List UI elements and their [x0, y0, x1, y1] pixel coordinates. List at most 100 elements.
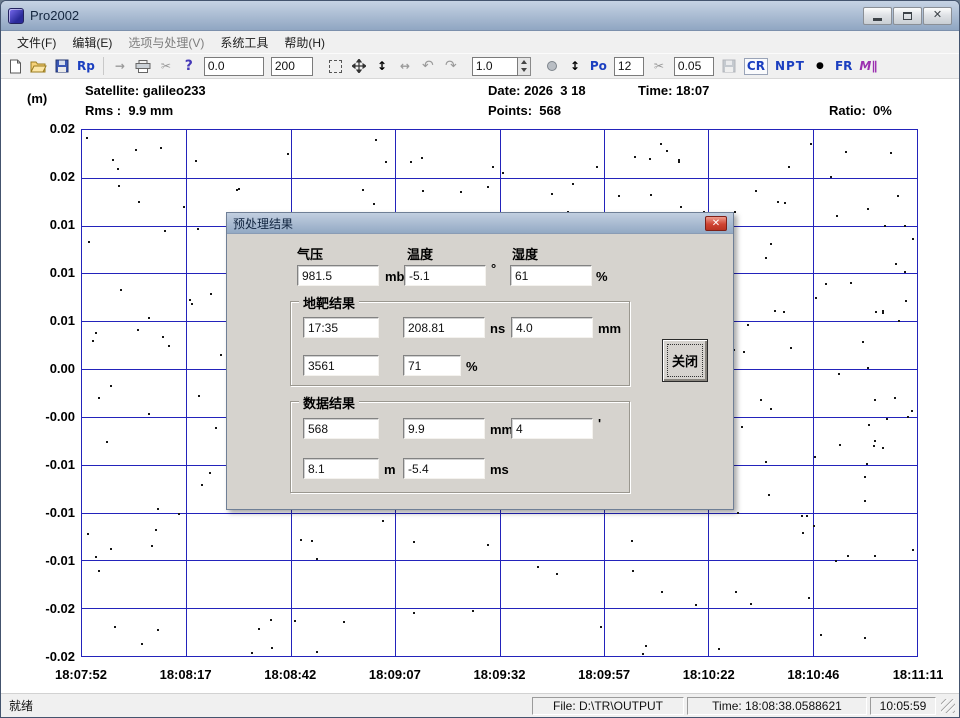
menu-edit[interactable]: 编辑(E) [64, 31, 120, 54]
data-point [882, 310, 884, 312]
p-field[interactable] [614, 57, 644, 76]
satellite-label: Satellite: galileo233 [85, 83, 206, 98]
resize-grip[interactable] [941, 699, 955, 713]
data-point [755, 190, 757, 192]
data-point [815, 297, 817, 299]
horizontal-fit-icon[interactable]: ↔ [397, 57, 413, 75]
time-label: Time: 18:07 [638, 83, 709, 98]
cut-icon[interactable]: ✂ [158, 57, 174, 75]
npt-button[interactable]: NPT [775, 57, 805, 75]
maximize-button[interactable] [893, 7, 922, 25]
menu-system-tools[interactable]: 系统工具 [212, 31, 276, 54]
humidity-field[interactable] [510, 265, 592, 286]
data-point [294, 620, 296, 622]
data-point [110, 385, 112, 387]
data-point [907, 416, 909, 418]
title-bar[interactable]: Pro2002 ✕ [1, 1, 959, 31]
data-offset-unit: ms [490, 462, 509, 477]
x-tick-label: 18:08:17 [160, 667, 212, 682]
data-point [801, 515, 803, 517]
data-point [810, 143, 812, 145]
data-rms-field[interactable] [403, 418, 485, 439]
cr-button[interactable]: CR [744, 58, 768, 75]
mi-button[interactable]: M∥ [859, 57, 877, 75]
data-point [632, 570, 634, 572]
redo-icon[interactable]: ↷ [443, 57, 459, 75]
close-button[interactable]: ✕ [923, 7, 952, 25]
dot-icon[interactable]: ● [812, 57, 828, 75]
data-point [904, 271, 906, 273]
menu-options-processing[interactable]: 选项与处理(V) [120, 31, 212, 54]
data-point [777, 201, 779, 203]
minimize-button[interactable] [863, 7, 892, 25]
y-tick-label: -0.01 [3, 553, 75, 568]
data-offset-field[interactable] [403, 458, 485, 479]
data-point [362, 189, 364, 191]
data-point [95, 332, 97, 334]
menu-file[interactable]: 文件(F) [9, 31, 64, 54]
points-field[interactable] [271, 57, 313, 76]
data-point [864, 476, 866, 478]
data-point [316, 558, 318, 560]
data-height-field[interactable] [303, 458, 379, 479]
data-point [912, 549, 914, 551]
data-point [198, 395, 200, 397]
pan-move-icon[interactable] [351, 57, 367, 75]
data-points-field[interactable] [303, 418, 379, 439]
undo-icon[interactable]: ↶ [420, 57, 436, 75]
humidity-label: 湿度 [512, 244, 538, 263]
data-point [460, 191, 462, 193]
dialog-title-bar[interactable]: 预处理结果 ✕ [227, 213, 733, 234]
scale-spinner[interactable] [518, 57, 531, 76]
data-point [718, 648, 720, 650]
new-file-icon[interactable] [7, 57, 23, 75]
data-point [642, 653, 644, 655]
data-angle-field[interactable] [511, 418, 593, 439]
target-count-field[interactable] [303, 355, 379, 376]
data-point [788, 166, 790, 168]
pressure-label: 气压 [297, 244, 323, 263]
lens-icon[interactable] [544, 57, 560, 75]
open-file-icon[interactable] [30, 57, 47, 75]
data-point [413, 612, 415, 614]
zoom-extents-icon[interactable] [328, 57, 344, 75]
menu-bar: 文件(F) 编辑(E) 选项与处理(V) 系统工具 帮助(H) [1, 31, 959, 53]
target-range-field[interactable] [403, 317, 485, 338]
print-icon[interactable] [135, 57, 151, 75]
target-ratio-field[interactable] [403, 355, 461, 376]
pressure-field[interactable] [297, 265, 379, 286]
target-time-field[interactable] [303, 317, 379, 338]
help-icon[interactable]: ? [181, 57, 197, 75]
preprocess-dialog: 预处理结果 ✕ 气压 温度 湿度 mb ° % 地靶结果 ns mm % [226, 212, 734, 510]
data-point [421, 157, 423, 159]
status-time-panel: Time: 18:08:38.0588621 [687, 697, 867, 715]
y-axis-unit: (m) [27, 91, 47, 106]
fr-button[interactable]: FR [835, 57, 852, 75]
grid-hline [82, 608, 917, 609]
data-point [867, 367, 869, 369]
po-button[interactable]: Po [590, 57, 607, 75]
dialog-close-action-button[interactable]: 关闭 [662, 339, 708, 382]
data-point [905, 300, 907, 302]
forward-arrow-icon[interactable]: → [112, 57, 128, 75]
eps-field[interactable] [674, 57, 714, 76]
save-disabled-icon[interactable] [721, 57, 737, 75]
dialog-close-button[interactable]: ✕ [705, 216, 727, 231]
offset-field[interactable] [204, 57, 264, 76]
data-point [894, 397, 896, 399]
updown-icon[interactable]: ↕ [567, 57, 583, 75]
vertical-fit-icon[interactable]: ↕ [374, 57, 390, 75]
save-file-icon[interactable] [54, 57, 70, 75]
points-label: Points: 568 [488, 103, 561, 118]
data-point [137, 329, 139, 331]
scissors-icon[interactable]: ✂ [651, 57, 667, 75]
data-point [117, 168, 119, 170]
scale-field[interactable] [472, 57, 518, 76]
temperature-field[interactable] [404, 265, 486, 286]
menu-help[interactable]: 帮助(H) [276, 31, 333, 54]
data-point [864, 637, 866, 639]
data-point [556, 573, 558, 575]
target-rms-field[interactable] [511, 317, 593, 338]
rp-button[interactable]: Rp [77, 57, 95, 75]
data-point [874, 555, 876, 557]
